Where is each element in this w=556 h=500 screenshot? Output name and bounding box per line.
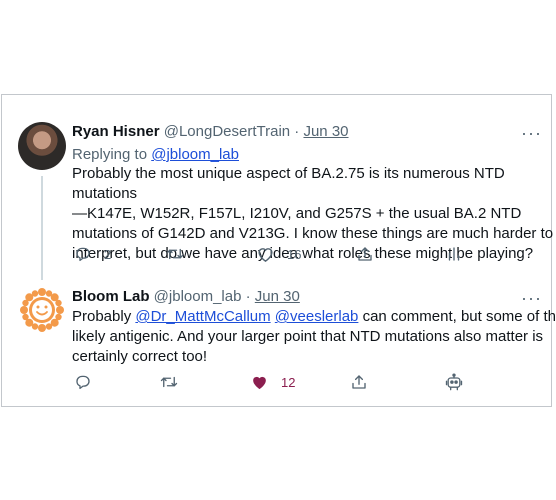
tweet1-author-handle[interactable]: @LongDesertTrain (164, 123, 290, 140)
tweet1-more-icon[interactable]: ··· (521, 124, 542, 142)
tweet1-text-line: Probably the most unique aspect of BA.2.… (72, 165, 505, 202)
tweet2-text-suffix: can comment, but some of these (362, 308, 556, 325)
avatar-bloom-lab[interactable] (18, 286, 66, 334)
tweet2-bot-button[interactable] (444, 373, 464, 393)
tweet1-like-count: 16 (287, 246, 302, 262)
sun-logo-icon (20, 288, 64, 332)
tweet1-share-button[interactable] (356, 245, 374, 263)
avatar-ryan-hisner[interactable] (18, 122, 66, 170)
tweet2-text-line: certainly correct too! (72, 348, 208, 365)
share-icon (352, 375, 366, 389)
heart-filled-icon (253, 376, 266, 390)
tweet2-more-icon[interactable]: ··· (521, 289, 542, 307)
bot-icon (445, 373, 463, 391)
tweet2-like-count: 12 (281, 374, 296, 390)
tweet2-reply-button[interactable] (74, 373, 92, 391)
replying-to-handle-link[interactable]: @jbloom_lab (151, 146, 239, 163)
share-icon (358, 247, 372, 261)
tweet1-replying-to: Replying to @jbloom_lab (72, 145, 239, 165)
tweet2-text-prefix: Probably (72, 308, 136, 325)
tweet1-date[interactable]: Jun 30 (303, 123, 348, 140)
tweet2-like-button[interactable]: 12 (250, 373, 295, 391)
tweet1-separator: · (294, 123, 300, 140)
tweet2-text-line: likely antigenic. And your larger point … (72, 328, 544, 345)
tweet2-text-line: Probably @Dr_MattMcCallum @veeslerlab ca… (72, 307, 556, 327)
analytics-icon (448, 247, 460, 261)
reply-icon (76, 375, 90, 390)
tweet1-header: Ryan Hisner @LongDesertTrain · Jun 30 (72, 122, 349, 142)
tweet2-author-name[interactable]: Bloom Lab (72, 288, 150, 305)
tweet2-author-handle[interactable]: @jbloom_lab (154, 288, 242, 305)
tweet1-actions: 2 16 (0, 245, 556, 269)
retweet-icon (160, 376, 178, 388)
tweet2-retweet-button[interactable] (159, 373, 179, 391)
replying-to-label: Replying to (72, 146, 148, 163)
tweet2-text: Probably @Dr_MattMcCallum @veeslerlab ca… (72, 307, 556, 367)
heart-icon (258, 248, 273, 262)
tweet1-text-line: —K147E, W152R, F157L, I210V, and G257S +… (72, 205, 522, 222)
tweet1-reply-button[interactable]: 2 (74, 245, 111, 263)
tweet2-header: Bloom Lab @jbloom_lab · Jun 30 (72, 287, 300, 307)
tweet2-actions: 12 (0, 373, 556, 397)
tweet1-author-name[interactable]: Ryan Hisner (72, 123, 160, 140)
mention-link-veeslerlab[interactable]: @veeslerlab (275, 308, 359, 325)
retweet-icon (166, 248, 184, 260)
tweet1-text-line: mutations of G142D and V213G. I know the… (72, 225, 554, 242)
tweet2-share-button[interactable] (350, 373, 368, 391)
tweet1-retweet-button[interactable] (165, 245, 185, 263)
tweet2-date[interactable]: Jun 30 (255, 288, 300, 305)
tweet2-separator: · (245, 288, 251, 305)
tweet1-like-button[interactable]: 16 (256, 245, 301, 263)
tweet1-reply-count: 2 (104, 246, 112, 262)
reply-icon (76, 247, 90, 262)
mention-link-mattmccallum[interactable]: @Dr_MattMcCallum (135, 308, 270, 325)
tweet1-analytics-button[interactable] (446, 245, 462, 263)
